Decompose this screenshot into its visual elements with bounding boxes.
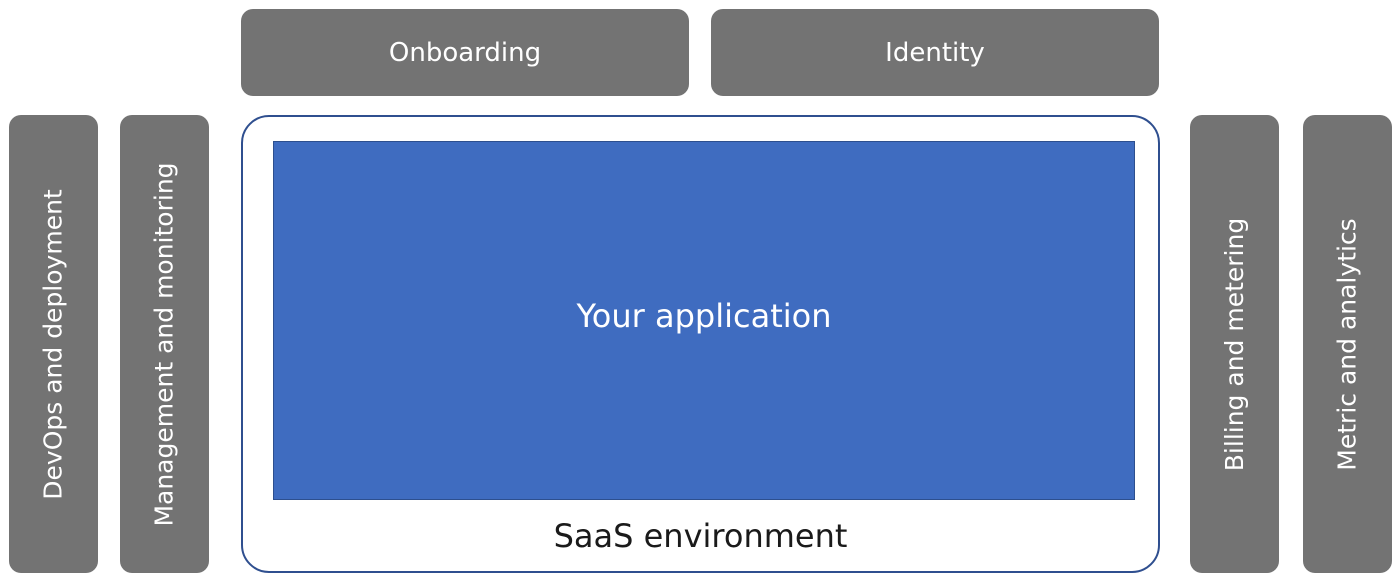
devops-label: DevOps and deployment [39,188,68,500]
application-box: Your application [273,141,1135,500]
identity-box: Identity [711,9,1159,96]
metric-box: Metric and analytics [1303,115,1392,573]
saas-environment-label: SaaS environment [553,517,848,555]
metric-label: Metric and analytics [1333,217,1362,471]
billing-label: Billing and metering [1220,217,1249,471]
application-label: Your application [576,296,832,335]
saas-environment-container: Your application SaaS environment [241,115,1160,573]
management-label: Management and monitoring [150,161,179,527]
onboarding-label: Onboarding [388,37,542,68]
identity-label: Identity [885,37,985,68]
management-box: Management and monitoring [120,115,209,573]
devops-box: DevOps and deployment [9,115,98,573]
onboarding-box: Onboarding [241,9,689,96]
billing-box: Billing and metering [1190,115,1279,573]
